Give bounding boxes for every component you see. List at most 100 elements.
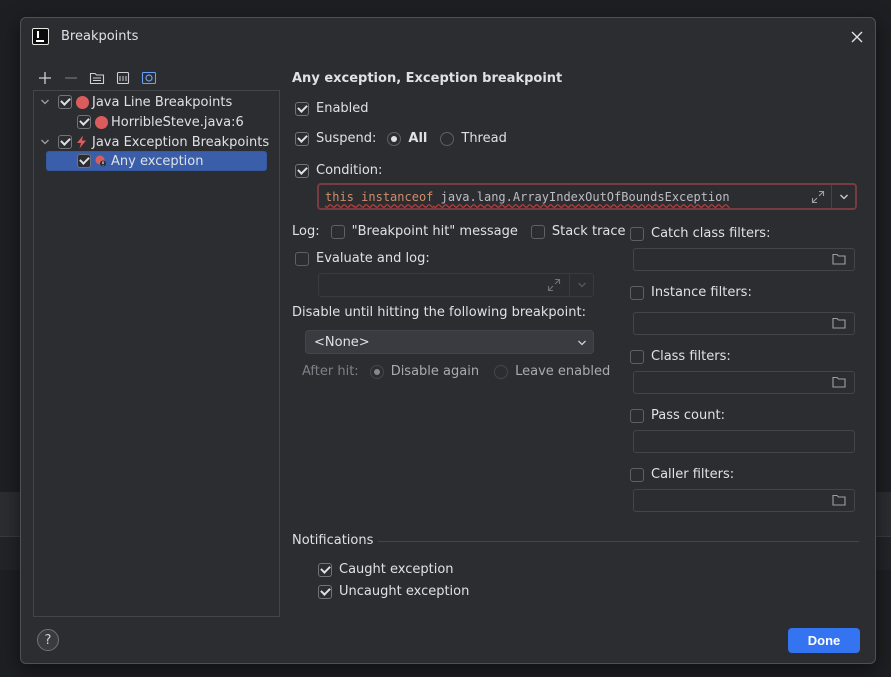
caller-filter-row: Caller filters: [630,467,734,482]
suspend-thread-radio[interactable] [440,131,455,146]
suspend-row: Suspend: All Thread [295,131,507,146]
uncaught-label: Uncaught exception [339,584,470,599]
enabled-row: Enabled [295,101,369,116]
line-breakpoint-icon [95,115,108,129]
dialog-title: Breakpoints [61,29,139,44]
title-bar: Breakpoints [21,18,875,56]
catch-filter-label: Catch class filters: [651,226,771,241]
leave-enabled-label: Leave enabled [515,364,611,379]
tree-item-checkbox[interactable] [58,135,72,149]
section-divider [378,541,859,542]
enabled-checkbox[interactable] [295,101,309,116]
exception-lightning-icon [76,135,89,149]
breakpoints-dialog: Breakpoints Java Line Breakpoints Horrib… [20,17,876,664]
suspend-label: Suspend: [316,131,377,146]
evaluate-label: Evaluate and log: [316,251,430,266]
log-stack-checkbox[interactable] [530,224,545,239]
tree-toolbar [35,68,159,88]
evaluate-row: Evaluate and log: [295,251,430,266]
remove-icon[interactable] [61,68,81,88]
group-by-package-icon[interactable] [87,68,107,88]
disable-until-combobox[interactable]: <None> [305,330,594,354]
condition-class-name: java.lang.ArrayIndexOutOfBoundsException [440,189,730,204]
exception-breakpoint-icon [95,154,108,168]
condition-expression: this instanceof java.lang.ArrayIndexOutO… [319,190,730,204]
tree-item-checkbox[interactable] [77,115,91,129]
group-by-class-icon[interactable] [139,68,159,88]
condition-keyword-this: this [325,189,354,204]
after-hit-row: After hit: Disable again Leave enabled [302,364,610,379]
log-message-label: "Breakpoint hit" message [351,224,518,239]
catch-filter-input[interactable] [633,248,855,271]
folder-icon[interactable] [832,317,846,333]
condition-checkbox[interactable] [295,163,309,178]
instance-filter-row: Instance filters: [630,285,752,300]
help-button[interactable]: ? [37,629,59,651]
tree-item-horriblesteve[interactable]: HorribleSteve.java:6 [77,112,277,132]
pass-count-checkbox[interactable] [630,408,644,423]
log-stack-label: Stack trace [551,224,626,239]
evaluate-checkbox[interactable] [295,251,309,266]
add-icon[interactable] [35,68,55,88]
caller-filter-input[interactable] [633,489,855,512]
disable-again-radio[interactable] [369,364,384,379]
class-filter-label: Class filters: [651,349,731,364]
folder-icon[interactable] [832,253,846,269]
expand-editor-icon[interactable] [547,278,561,296]
pass-count-row: Pass count: [630,408,725,423]
after-hit-label: After hit: [302,364,359,379]
folder-icon[interactable] [832,376,846,392]
leave-enabled-radio[interactable] [494,364,509,379]
close-icon[interactable] [849,29,865,45]
condition-label: Condition: [316,163,383,178]
tree-item-java-exception-breakpoints[interactable]: Java Exception Breakpoints [40,132,276,152]
disable-until-label: Disable until hitting the following brea… [292,305,586,320]
class-filter-row: Class filters: [630,349,731,364]
suspend-checkbox[interactable] [295,131,309,146]
condition-input[interactable]: this instanceof java.lang.ArrayIndexOutO… [317,183,857,210]
done-button[interactable]: Done [788,628,860,653]
caught-checkbox[interactable] [318,562,332,577]
tree-item-checkbox[interactable] [58,95,72,109]
instance-filter-checkbox[interactable] [630,285,644,300]
class-filter-input[interactable] [633,371,855,394]
chevron-down-icon [577,337,587,352]
condition-history-dropdown[interactable] [831,185,855,208]
intellij-app-icon [32,28,49,45]
line-breakpoint-icon [76,95,89,109]
tree-item-any-exception[interactable]: Any exception [46,151,267,171]
condition-row: Condition: [295,163,382,178]
chevron-down-icon[interactable] [40,136,52,148]
uncaught-checkbox[interactable] [318,584,332,599]
disable-until-value: <None> [314,334,370,350]
suspend-all-radio[interactable] [387,131,402,146]
catch-filter-checkbox[interactable] [630,226,644,241]
caller-filter-checkbox[interactable] [630,467,644,482]
expand-editor-icon[interactable] [811,190,825,207]
disable-again-label: Disable again [390,364,480,379]
catch-filter-row: Catch class filters: [630,226,770,241]
chevron-down-icon[interactable] [40,96,52,108]
evaluate-history-dropdown[interactable] [569,274,593,296]
tree-item-label: HorribleSteve.java:6 [111,114,244,130]
caught-label: Caught exception [339,562,454,577]
class-filter-checkbox[interactable] [630,349,644,364]
pass-count-input[interactable] [633,430,855,453]
tree-item-label: Java Line Breakpoints [92,94,233,110]
log-message-checkbox[interactable] [330,224,345,239]
notifications-heading: Notifications [292,533,374,548]
tree-item-label: Java Exception Breakpoints [92,134,270,150]
caller-filter-label: Caller filters: [651,467,735,482]
tree-item-java-line-breakpoints[interactable]: Java Line Breakpoints [40,92,276,112]
tree-item-checkbox[interactable] [77,154,91,168]
log-row: Log: "Breakpoint hit" message Stack trac… [292,224,626,239]
breakpoints-tree: Java Line Breakpoints HorribleSteve.java… [33,90,280,617]
instance-filter-input[interactable] [633,312,855,335]
folder-icon[interactable] [832,494,846,510]
chevron-down-icon [839,194,848,199]
group-by-file-icon[interactable] [113,68,133,88]
suspend-thread-label: Thread [461,131,507,146]
instance-filter-label: Instance filters: [651,285,752,300]
evaluate-input[interactable] [318,273,594,297]
uncaught-row: Uncaught exception [318,584,469,599]
